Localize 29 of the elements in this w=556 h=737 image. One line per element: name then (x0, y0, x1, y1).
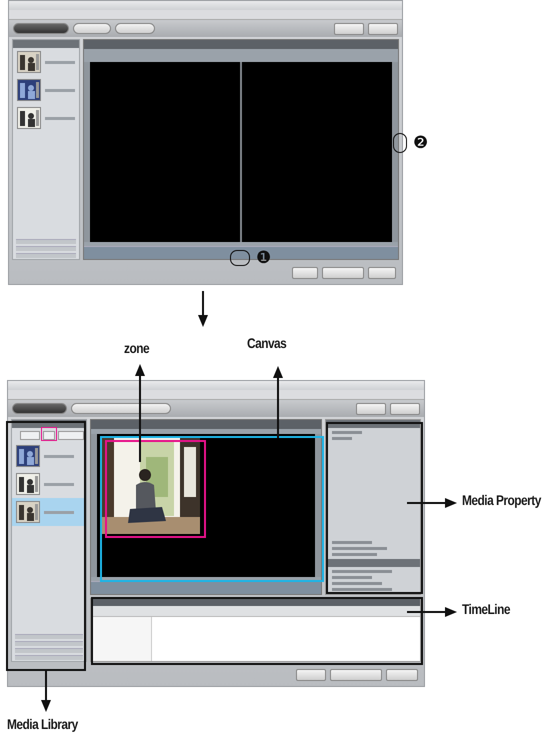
up-arrow (273, 366, 283, 438)
right-arrow (407, 607, 457, 617)
library-item[interactable] (12, 498, 86, 526)
annotation-label: Media Library (7, 716, 78, 732)
toolbar-button[interactable] (368, 22, 398, 34)
tab[interactable] (13, 23, 69, 34)
callout-number: ❶ (256, 249, 272, 267)
footer-button[interactable] (322, 267, 364, 279)
down-arrow (41, 671, 51, 712)
footer-button[interactable] (330, 669, 382, 681)
callout-number: ❷ (413, 134, 428, 152)
footer-button[interactable] (386, 669, 418, 681)
tab[interactable] (115, 23, 155, 34)
toolbar-button[interactable] (390, 402, 420, 414)
toolbar-button[interactable] (334, 22, 364, 34)
footer-button[interactable] (292, 267, 318, 279)
annotation-label: zone (124, 340, 150, 356)
annotation-label: Canvas (247, 335, 286, 351)
down-arrow (198, 291, 208, 327)
toolbar-button[interactable] (356, 402, 386, 414)
annotation-label: TimeLine (462, 601, 510, 617)
right-arrow (407, 498, 457, 508)
footer-button[interactable] (296, 669, 326, 681)
tab[interactable] (71, 403, 171, 414)
footer-button[interactable] (368, 267, 396, 279)
tab[interactable] (73, 23, 111, 34)
panel-header (13, 40, 79, 48)
tab[interactable] (12, 403, 67, 414)
annotation-label: Media Property (462, 492, 541, 508)
